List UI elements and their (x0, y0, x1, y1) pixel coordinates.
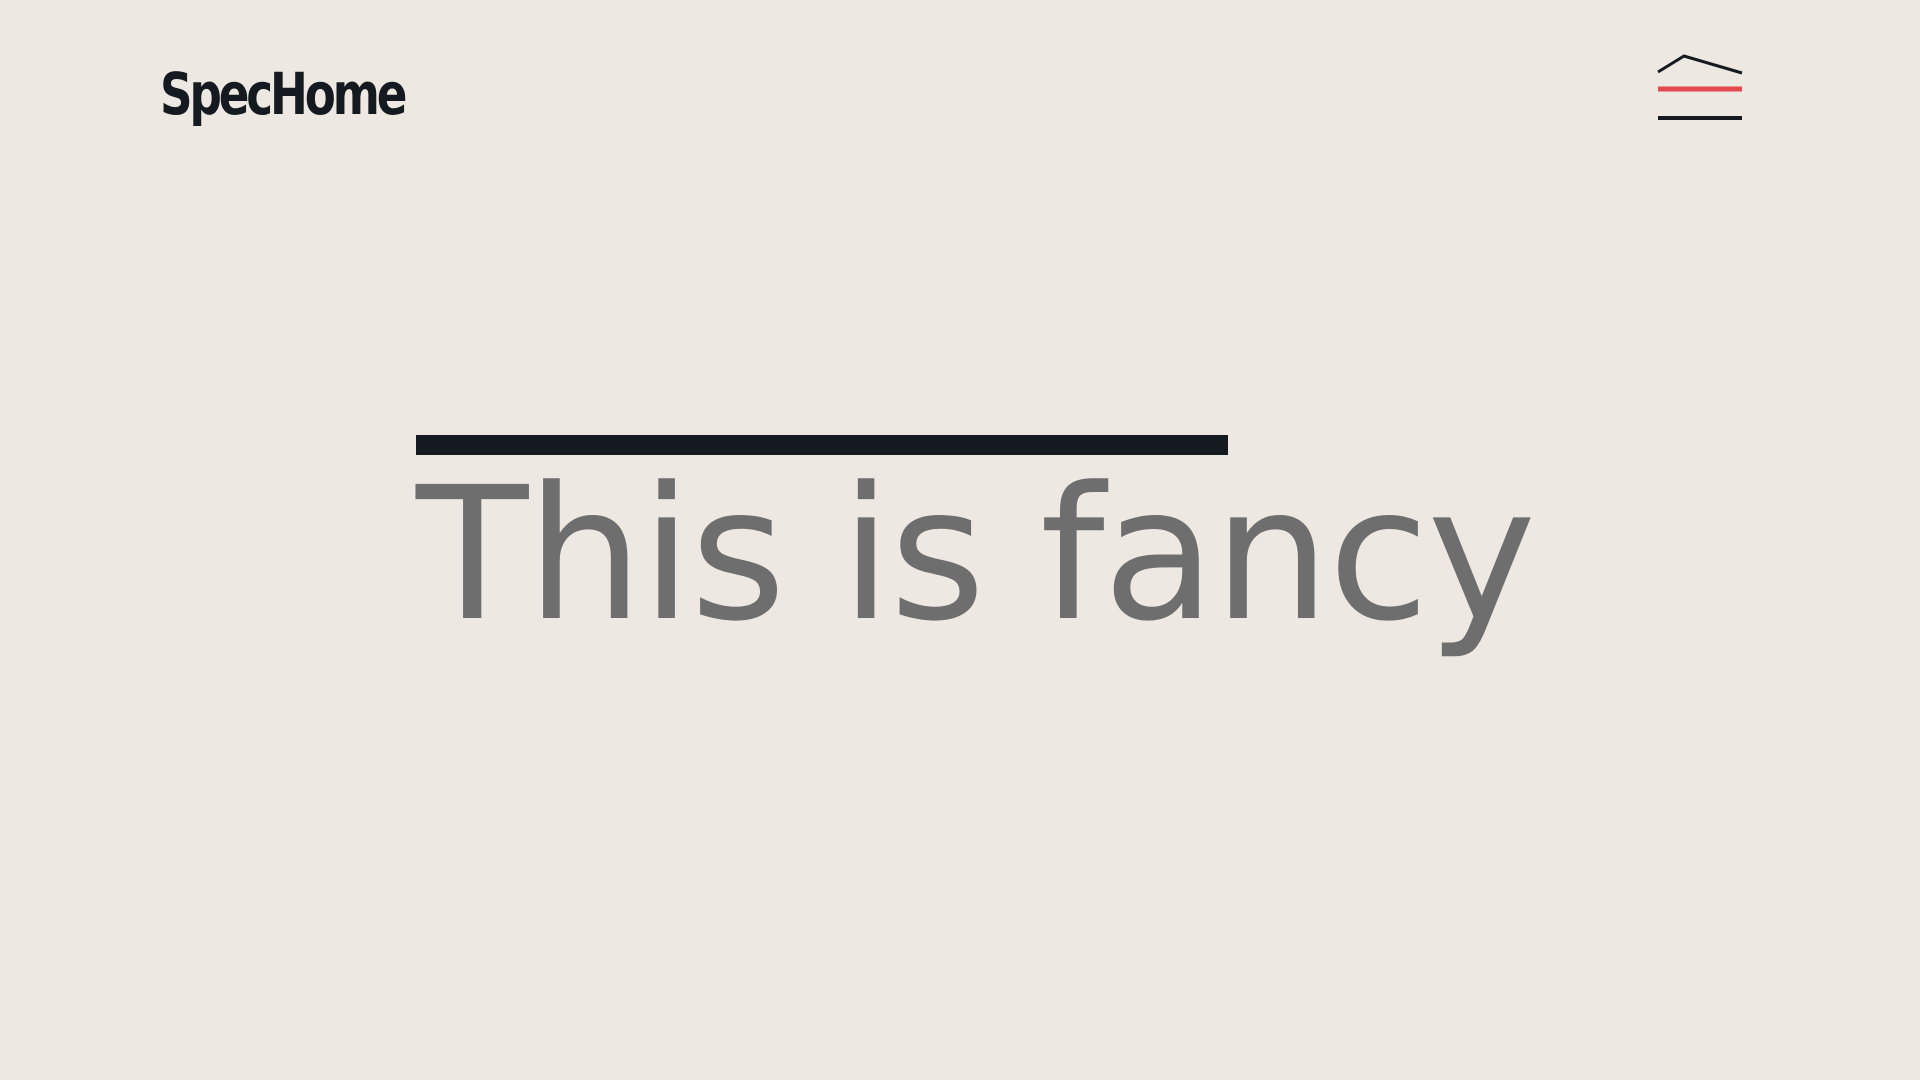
menu-button[interactable] (1654, 52, 1744, 124)
house-hamburger-icon (1657, 54, 1743, 120)
hero-title: This is fancy (416, 448, 1536, 662)
page: SpecHome This is fancy (0, 0, 1920, 1080)
spechome-logo[interactable]: SpecHome (160, 58, 407, 130)
hero-section: This is fancy (416, 435, 1536, 662)
